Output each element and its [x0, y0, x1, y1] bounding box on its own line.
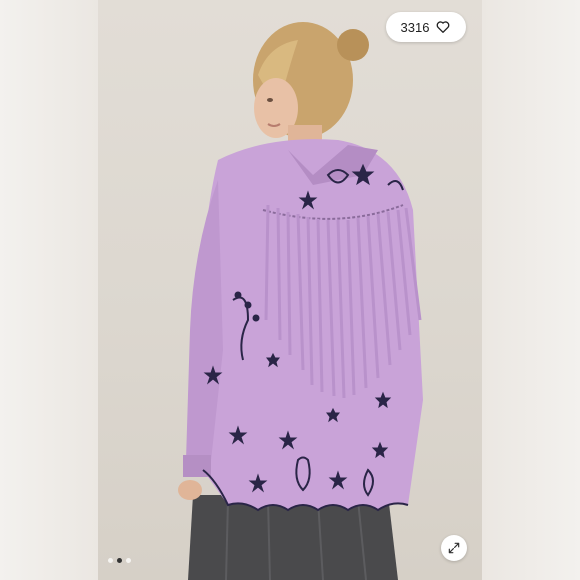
carousel-dot-active[interactable]: [117, 558, 122, 563]
carousel-dot[interactable]: [108, 558, 113, 563]
left-backdrop: [0, 0, 98, 580]
product-photo-illustration: [178, 22, 423, 580]
expand-button[interactable]: [441, 535, 467, 561]
like-button[interactable]: 3316: [386, 12, 466, 42]
expand-arrows-icon: [448, 542, 460, 554]
carousel-indicator: [108, 558, 131, 563]
carousel-dot[interactable]: [126, 558, 131, 563]
right-backdrop: [482, 0, 580, 580]
image-viewer: 3316: [0, 0, 580, 580]
product-photo[interactable]: [98, 0, 482, 580]
like-count: 3316: [400, 19, 430, 35]
heart-outline-icon: [437, 21, 450, 33]
hair-bun: [337, 29, 369, 61]
